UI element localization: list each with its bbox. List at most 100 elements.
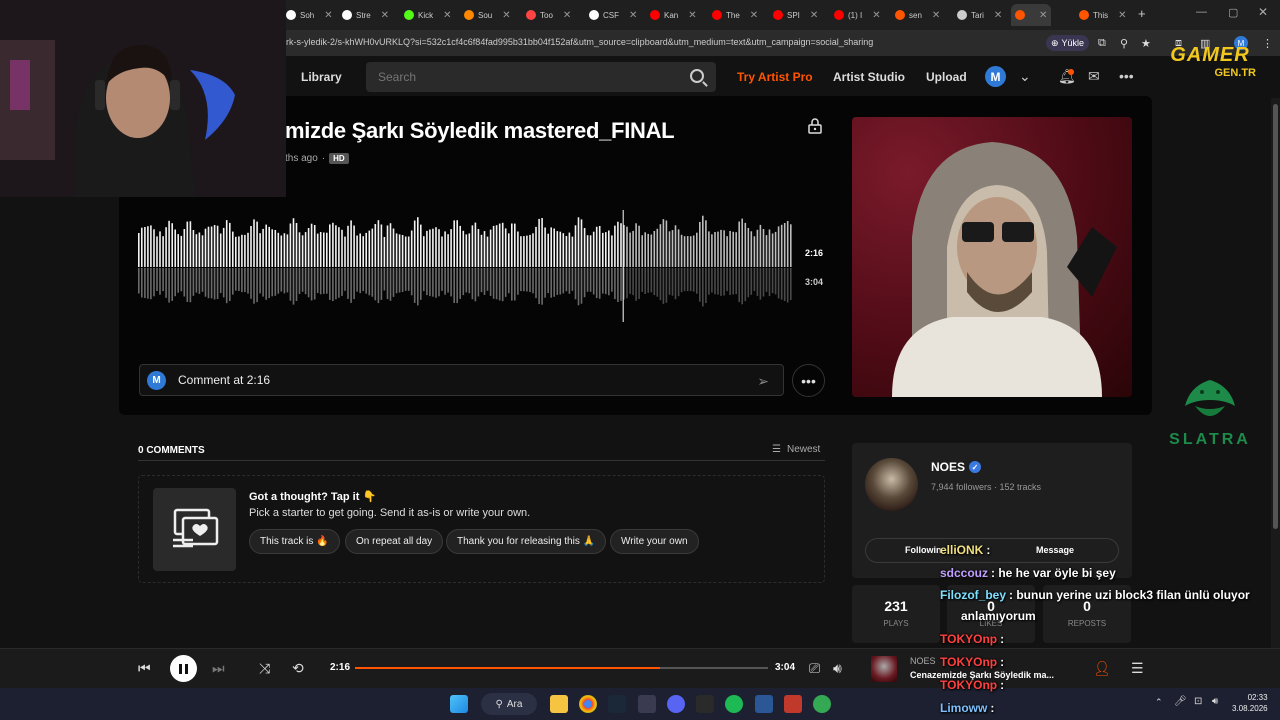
tab-close-icon[interactable]: ✕ xyxy=(1118,10,1126,21)
tab-close-icon[interactable]: ✕ xyxy=(1039,10,1047,21)
close-window-icon[interactable]: ✕ xyxy=(1258,5,1268,19)
tab-close-icon[interactable]: ✕ xyxy=(810,10,818,21)
tab-close-icon[interactable]: ✕ xyxy=(381,10,389,21)
progress-bar[interactable] xyxy=(355,667,768,669)
player-artwork[interactable] xyxy=(871,656,897,682)
browser-tab[interactable]: CSF ✕ xyxy=(585,4,641,26)
zoom-icon[interactable]: ⚲ xyxy=(1120,37,1128,50)
browser-tab[interactable]: Tari ✕ xyxy=(953,4,1006,26)
browser-tab[interactable]: Kick ✕ xyxy=(400,4,456,26)
waveform-bar xyxy=(517,231,519,267)
browser-tab[interactable]: The ✕ xyxy=(708,4,762,26)
waveform[interactable] xyxy=(138,200,793,330)
waveform-bar xyxy=(605,232,607,267)
artist-name[interactable]: NOES xyxy=(931,460,965,474)
minimize-icon[interactable]: — xyxy=(1196,6,1207,18)
waveform-reflection-bar xyxy=(553,268,555,297)
waveform-bar xyxy=(644,232,646,267)
steam-icon[interactable] xyxy=(608,695,626,713)
file-explorer-icon[interactable] xyxy=(550,695,568,713)
following-button[interactable]: Followin xyxy=(905,545,942,555)
browser-tab[interactable]: (1) I ✕ xyxy=(830,4,885,26)
upload-link[interactable]: Upload xyxy=(926,70,967,84)
player-artist[interactable]: NOES xyxy=(910,656,936,666)
waveform-reflection-bar xyxy=(174,268,176,297)
browser-tab[interactable]: Kan ✕ xyxy=(646,4,701,26)
cast-icon[interactable]: ⎚ xyxy=(809,660,820,677)
epic-games-icon[interactable] xyxy=(696,695,714,713)
artist-avatar[interactable] xyxy=(865,458,918,511)
obs-icon[interactable] xyxy=(638,695,656,713)
tab-close-icon[interactable]: ✕ xyxy=(629,10,637,21)
tab-close-icon[interactable]: ✕ xyxy=(563,10,571,21)
chrome-icon[interactable] xyxy=(579,695,597,713)
waveform-bar xyxy=(262,228,264,267)
waveform-reflection-bar xyxy=(295,268,298,301)
waveform-bar xyxy=(629,232,631,267)
chip-thank-you[interactable]: Thank you for releasing this 🙏 xyxy=(446,529,607,554)
browser-tab[interactable]: SPI ✕ xyxy=(769,4,822,26)
volume-icon[interactable]: 🔊︎ xyxy=(833,660,842,677)
discord-icon[interactable] xyxy=(667,695,685,713)
chrome-alt-icon[interactable] xyxy=(813,695,831,713)
waveform-reflection-bar xyxy=(635,268,637,301)
pause-button[interactable] xyxy=(170,655,197,682)
new-tab-icon[interactable]: + xyxy=(1138,6,1146,21)
tab-close-icon[interactable]: ✕ xyxy=(994,10,1002,21)
waveform-reflection-bar xyxy=(686,268,689,292)
chip-on-repeat[interactable]: On repeat all day xyxy=(345,529,444,554)
tab-close-icon[interactable]: ✕ xyxy=(502,10,510,21)
tab-close-icon[interactable]: ✕ xyxy=(324,10,332,21)
chip-this-track[interactable]: This track is 🔥 xyxy=(249,529,340,554)
maximize-icon[interactable]: ▢ xyxy=(1228,6,1238,19)
tab-label: Tari xyxy=(971,10,984,20)
app-icon[interactable] xyxy=(755,695,773,713)
tab-close-icon[interactable]: ✕ xyxy=(443,10,451,21)
next-track-icon[interactable]: ⏭ xyxy=(212,660,225,677)
browser-tab[interactable]: This ✕ xyxy=(1075,4,1131,26)
spotify-icon[interactable] xyxy=(725,695,743,713)
track-more-button[interactable]: ••• xyxy=(792,364,825,397)
comment-input[interactable] xyxy=(178,373,678,387)
more-menu-icon[interactable]: ••• xyxy=(1119,68,1134,84)
browser-tab[interactable]: Stre ✕ xyxy=(338,4,393,26)
try-artist-pro-link[interactable]: Try Artist Pro xyxy=(737,70,813,84)
search-icon[interactable] xyxy=(690,69,704,83)
browser-tab[interactable]: Soh ✕ xyxy=(282,4,337,26)
taskbar-search[interactable]: ⚲ Ara xyxy=(481,693,537,715)
scrollbar-thumb[interactable] xyxy=(1273,104,1278,529)
chat-text: : he he var öyle bi şey xyxy=(991,566,1116,580)
windows-start-icon[interactable] xyxy=(450,695,468,713)
tab-close-icon[interactable]: ✕ xyxy=(932,10,940,21)
send-icon[interactable]: ➢ xyxy=(757,373,769,390)
messages-envelope-icon[interactable]: ✉ xyxy=(1088,68,1100,85)
artist-studio-link[interactable]: Artist Studio xyxy=(833,70,905,84)
translate-icon[interactable]: ⧉ xyxy=(1098,37,1106,50)
user-avatar[interactable]: M xyxy=(985,66,1006,87)
previous-track-icon[interactable]: ⏮ xyxy=(138,660,151,677)
nav-library[interactable]: Library xyxy=(301,70,342,84)
tab-close-icon[interactable]: ✕ xyxy=(688,10,696,21)
tab-close-icon[interactable]: ✕ xyxy=(750,10,758,21)
waveform-reflection-bar xyxy=(192,268,195,296)
url-field[interactable]: rk-s-yledik-2/s-khWH0vURKLQ?si=532c1cf4c… xyxy=(286,37,873,47)
shuffle-icon[interactable]: ⤨ xyxy=(259,660,270,677)
install-button[interactable]: ⊕ Yükle xyxy=(1046,35,1090,51)
browser-tab[interactable]: Sou ✕ xyxy=(460,4,515,26)
chip-write-your-own[interactable]: Write your own xyxy=(610,529,699,554)
sort-newest[interactable]: ☰ Newest xyxy=(772,444,820,455)
waveform-reflection-bar xyxy=(580,268,583,304)
chevron-down-icon[interactable]: ⌄ xyxy=(1019,68,1031,85)
netflix-icon[interactable] xyxy=(784,695,802,713)
repeat-icon[interactable]: ⟲ xyxy=(292,660,304,677)
waveform-bar xyxy=(159,231,161,267)
browser-tab[interactable]: sen ✕ xyxy=(891,4,944,26)
search-input[interactable] xyxy=(378,70,678,84)
tab-close-icon[interactable]: ✕ xyxy=(872,10,880,21)
browser-tab[interactable]: ✕ xyxy=(1011,4,1052,26)
browser-tab[interactable]: Too ✕ xyxy=(522,4,575,26)
waveform-reflection-bar xyxy=(407,268,410,291)
waveform-bar xyxy=(232,231,234,267)
waveform-bar xyxy=(635,223,637,267)
waveform-reflection-bar xyxy=(626,268,628,299)
